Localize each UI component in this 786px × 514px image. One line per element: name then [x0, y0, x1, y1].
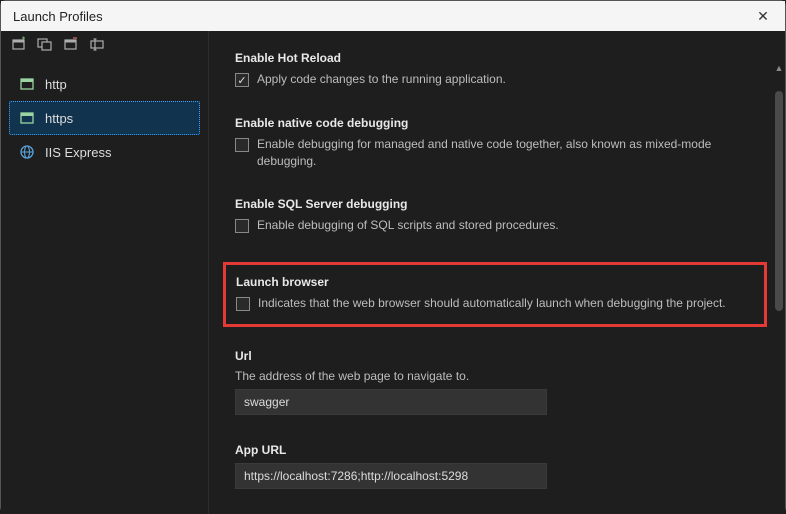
- settings-panel: Enable Hot Reload Apply code changes to …: [209, 31, 785, 514]
- highlighted-section: Launch browser Indicates that the web br…: [223, 262, 767, 327]
- project-icon: [19, 110, 35, 126]
- scroll-thumb[interactable]: [775, 91, 783, 311]
- section-app-url: App URL: [235, 443, 759, 489]
- profile-item-iis[interactable]: IIS Express: [9, 135, 200, 169]
- url-input[interactable]: [235, 389, 547, 415]
- checkbox-sql-debug[interactable]: [235, 219, 249, 233]
- section-sql-debug: Enable SQL Server debugging Enable debug…: [235, 197, 759, 234]
- sidebar: http https IIS Express: [1, 31, 209, 514]
- section-desc: Indicates that the web browser should au…: [258, 295, 726, 312]
- section-desc: Enable debugging for managed and native …: [257, 136, 759, 170]
- rename-profile-icon[interactable]: [89, 36, 105, 57]
- app-url-input[interactable]: [235, 463, 547, 489]
- profile-list: http https IIS Express: [1, 61, 208, 175]
- section-native-debug: Enable native code debugging Enable debu…: [235, 116, 759, 170]
- iis-icon: [19, 144, 35, 160]
- profile-item-https[interactable]: https: [9, 101, 200, 135]
- sidebar-toolbar: [1, 31, 208, 61]
- profile-label: http: [45, 77, 67, 92]
- duplicate-profile-icon[interactable]: [37, 36, 53, 57]
- project-icon: [19, 76, 35, 92]
- profile-label: https: [45, 111, 73, 126]
- section-desc: Apply code changes to the running applic…: [257, 71, 506, 88]
- section-title: Url: [235, 349, 759, 363]
- scrollbar[interactable]: ▲: [773, 61, 785, 514]
- title-bar: Launch Profiles ✕: [1, 1, 785, 31]
- delete-profile-icon[interactable]: [63, 36, 79, 57]
- section-hot-reload: Enable Hot Reload Apply code changes to …: [235, 51, 759, 88]
- close-button[interactable]: ✕: [749, 4, 777, 28]
- section-desc: Enable debugging of SQL scripts and stor…: [257, 217, 559, 234]
- checkbox-native-debug[interactable]: [235, 138, 249, 152]
- window-title: Launch Profiles: [13, 9, 103, 24]
- section-title: Enable SQL Server debugging: [235, 197, 759, 211]
- section-title: Enable native code debugging: [235, 116, 759, 130]
- scroll-up-arrow[interactable]: ▲: [773, 61, 785, 75]
- body: http https IIS Express Enable Hot Reload…: [1, 31, 785, 514]
- section-title: Launch browser: [236, 275, 754, 289]
- new-profile-icon[interactable]: [11, 36, 27, 57]
- profile-item-http[interactable]: http: [9, 67, 200, 101]
- profile-label: IIS Express: [45, 145, 111, 160]
- section-url: Url The address of the web page to navig…: [235, 349, 759, 415]
- section-title: App URL: [235, 443, 759, 457]
- section-title: Enable Hot Reload: [235, 51, 759, 65]
- checkbox-launch-browser[interactable]: [236, 297, 250, 311]
- field-desc: The address of the web page to navigate …: [235, 369, 759, 383]
- checkbox-hot-reload[interactable]: [235, 73, 249, 87]
